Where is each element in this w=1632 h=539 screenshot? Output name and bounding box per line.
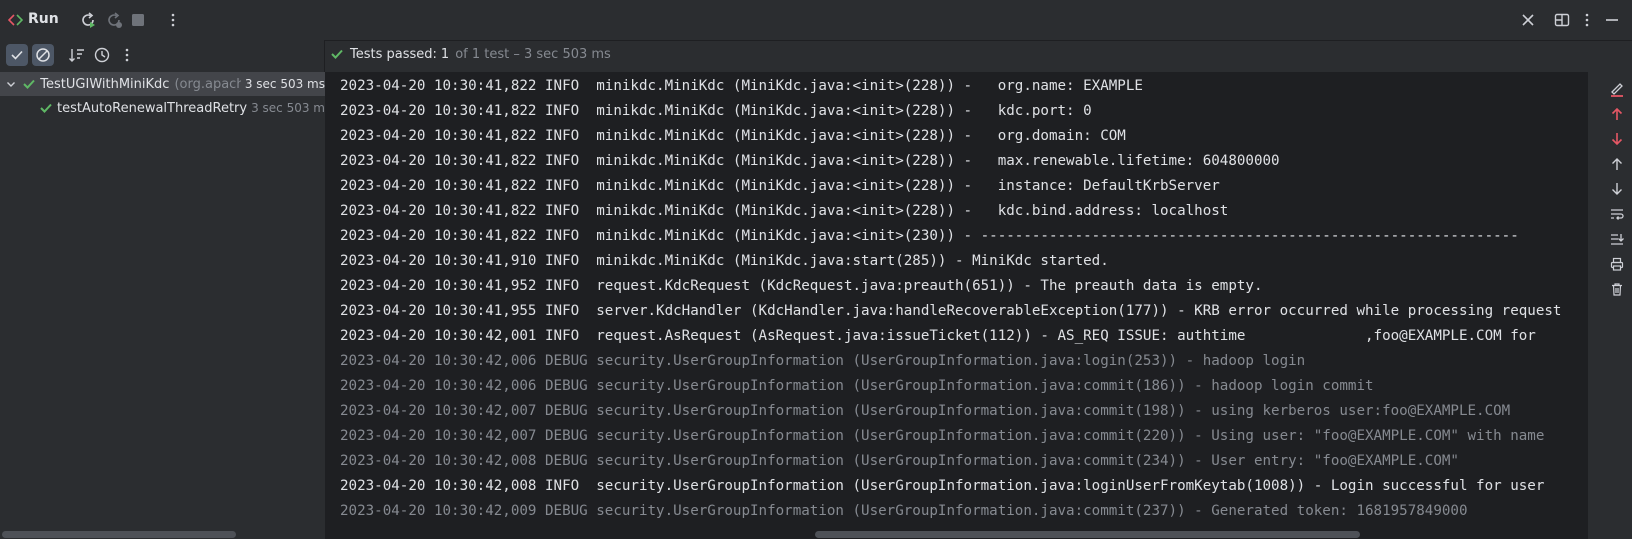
check-icon — [22, 76, 38, 92]
status-label: Tests passed: — [350, 46, 437, 62]
check-icon — [39, 100, 53, 116]
run-title: Run — [28, 11, 59, 27]
console-line: 2023-04-20 10:30:41,822 INFO minikdc.Min… — [340, 103, 1092, 119]
test-method-time: 3 sec 503 ms — [251, 101, 325, 115]
more-icon[interactable] — [119, 45, 135, 65]
console-line: 2023-04-20 10:30:41,822 INFO minikdc.Min… — [340, 78, 1143, 94]
chevron-down-icon[interactable] — [4, 77, 18, 91]
status-count: 1 — [440, 46, 450, 62]
console-line: 2023-04-20 10:30:41,822 INFO minikdc.Min… — [340, 128, 1126, 144]
console-line: 2023-04-20 10:30:42,008 DEBUG security.U… — [340, 453, 1459, 469]
console-line: 2023-04-20 10:30:42,001 INFO request.AsR… — [340, 328, 1536, 344]
scroll-to-end-icon[interactable] — [1608, 230, 1626, 248]
history-icon[interactable] — [92, 45, 112, 65]
console-line: 2023-04-20 10:30:41,952 INFO request.Kdc… — [340, 278, 1263, 294]
rerun-icon[interactable] — [79, 11, 97, 29]
test-tree: TestUGIWithMiniKdc (org.apache 3 sec 503… — [0, 72, 325, 539]
test-status: Tests passed: 1 of 1 test – 3 sec 503 ms — [330, 44, 611, 64]
rerun-failed-icon[interactable] — [105, 11, 123, 29]
console-line: 2023-04-20 10:30:42,007 DEBUG security.U… — [340, 428, 1545, 444]
console-line: 2023-04-20 10:30:42,006 DEBUG security.U… — [340, 378, 1374, 394]
status-detail: of 1 test – 3 sec 503 ms — [455, 46, 611, 62]
soft-wrap-icon[interactable] — [1608, 205, 1626, 223]
console-line: 2023-04-20 10:30:42,006 DEBUG security.U… — [340, 353, 1306, 369]
console-output[interactable]: 2023-04-20 10:30:41,822 INFO minikdc.Min… — [325, 72, 1588, 539]
console-line: 2023-04-20 10:30:41,822 INFO minikdc.Min… — [340, 228, 1519, 244]
more-icon[interactable] — [165, 12, 181, 28]
minimize-icon[interactable] — [1603, 11, 1621, 29]
test-class-time: 3 sec 503 ms — [244, 77, 325, 91]
console-line: 2023-04-20 10:30:42,009 DEBUG security.U… — [340, 503, 1468, 519]
check-icon — [330, 47, 344, 61]
options-icon[interactable] — [1578, 11, 1596, 29]
clear-all-icon[interactable] — [1608, 80, 1626, 98]
console-horizontal-scrollbar[interactable] — [815, 531, 1360, 538]
console-line: 2023-04-20 10:30:41,955 INFO server.KdcH… — [340, 303, 1562, 319]
tree-horizontal-scrollbar[interactable] — [2, 531, 236, 538]
test-class-name: TestUGIWithMiniKdc — [40, 76, 170, 92]
scroll-up-icon[interactable] — [1608, 155, 1626, 173]
trash-icon[interactable] — [1608, 280, 1626, 298]
run-tool-icon — [8, 12, 24, 28]
stop-icon[interactable] — [130, 12, 146, 28]
show-passed-icon[interactable] — [6, 44, 28, 66]
test-tree-toolbar — [0, 40, 325, 72]
close-icon[interactable] — [1519, 11, 1537, 29]
test-method-name: testAutoRenewalThreadRetry — [57, 100, 248, 116]
console-line: 2023-04-20 10:30:42,007 DEBUG security.U… — [340, 403, 1511, 419]
console-line: 2023-04-20 10:30:41,910 INFO minikdc.Min… — [340, 253, 1109, 269]
layout-icon[interactable] — [1553, 11, 1571, 29]
sort-icon[interactable] — [67, 45, 87, 65]
print-icon[interactable] — [1608, 255, 1626, 273]
console-line: 2023-04-20 10:30:41,822 INFO minikdc.Min… — [340, 153, 1280, 169]
console-line: 2023-04-20 10:30:41,822 INFO minikdc.Min… — [340, 178, 1220, 194]
tree-item-test[interactable]: testAutoRenewalThreadRetry 3 sec 503 ms — [0, 96, 325, 120]
next-error-icon[interactable] — [1608, 130, 1626, 148]
run-toolbar: Run — [0, 0, 1632, 41]
previous-error-icon[interactable] — [1608, 105, 1626, 123]
scroll-down-icon[interactable] — [1608, 180, 1626, 198]
test-class-package: (org.apache — [174, 76, 241, 92]
show-ignored-icon[interactable] — [32, 44, 54, 66]
console-line: 2023-04-20 10:30:41,822 INFO minikdc.Min… — [340, 203, 1229, 219]
tree-item-root[interactable]: TestUGIWithMiniKdc (org.apache 3 sec 503… — [0, 72, 325, 96]
console-line: 2023-04-20 10:30:42,008 INFO security.Us… — [340, 478, 1545, 494]
console-side-toolbar — [1588, 72, 1632, 539]
